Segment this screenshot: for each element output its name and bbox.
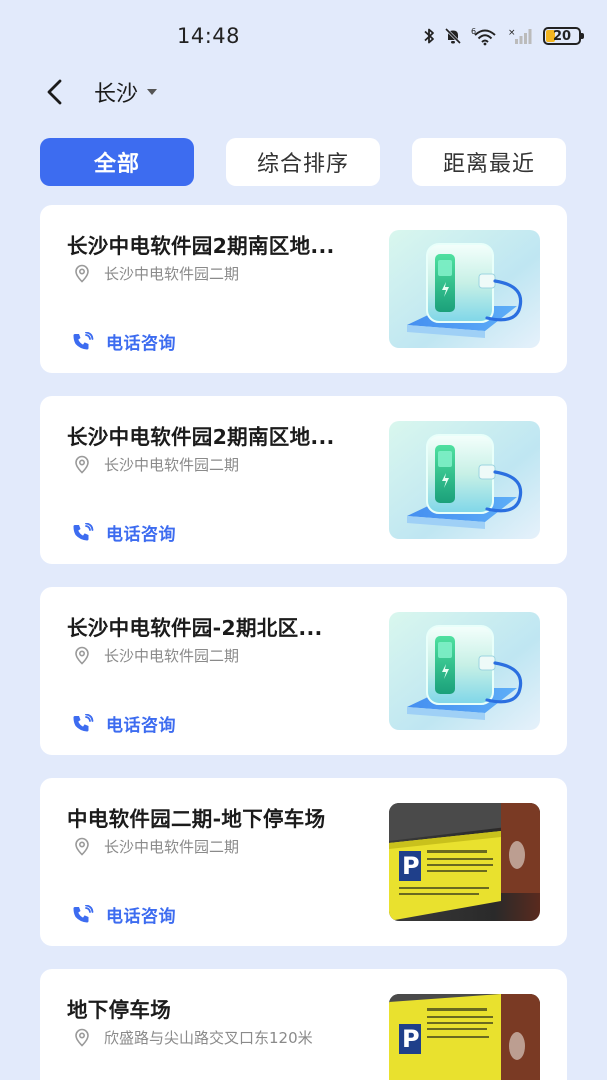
- bluetooth-icon: [424, 28, 434, 44]
- status-icons: 6 × 20: [423, 26, 584, 46]
- tab-sort-comprehensive[interactable]: 综合排序: [226, 138, 380, 186]
- svg-text:P: P: [402, 1025, 420, 1053]
- caret-down-icon: [147, 89, 158, 95]
- back-button[interactable]: [40, 76, 70, 108]
- status-bar: 14:48 6 × 20: [0, 0, 607, 72]
- phone-consult-button[interactable]: 电话咨询: [72, 711, 176, 736]
- mute-bell-icon: [444, 27, 462, 45]
- ev-charger-illustration: [389, 230, 540, 348]
- filter-tabs: 全部 综合排序 距离最近: [40, 138, 567, 186]
- station-address: 长沙中电软件园二期: [74, 454, 239, 475]
- station-address: 长沙中电软件园二期: [74, 263, 239, 284]
- phone-consult-button[interactable]: 电话咨询: [72, 520, 176, 545]
- phone-consult-label: 电话咨询: [106, 334, 176, 354]
- city-selector[interactable]: 长沙: [94, 76, 158, 108]
- ev-charger-illustration: [389, 612, 540, 730]
- location-pin-icon: [75, 455, 89, 474]
- phone-consult-label: 电话咨询: [106, 907, 176, 927]
- station-card[interactable]: 长沙中电软件园-2期北区... 长沙中电软件园二期 电话咨询: [40, 587, 567, 755]
- location-pin-icon: [75, 646, 89, 665]
- station-card[interactable]: 地下停车场 欣盛路与尖山路交叉口东120米 P: [40, 969, 567, 1080]
- station-title: 中电软件园二期-地下停车场: [67, 807, 326, 831]
- cellular-signal-icon: ×: [508, 28, 532, 44]
- station-title: 长沙中电软件园-2期北区...: [67, 616, 323, 640]
- chevron-left-icon: [47, 79, 62, 105]
- station-address-text: 长沙中电软件园二期: [104, 265, 240, 283]
- phone-consult-button[interactable]: 电话咨询: [72, 902, 176, 927]
- location-pin-icon: [75, 1028, 89, 1047]
- svg-text:P: P: [402, 852, 420, 880]
- station-address: 欣盛路与尖山路交叉口东120米: [74, 1027, 313, 1048]
- station-card[interactable]: 长沙中电软件园2期南区地... 长沙中电软件园二期 电话咨询: [40, 396, 567, 564]
- station-address-text: 长沙中电软件园二期: [104, 647, 240, 665]
- phone-icon: [73, 713, 94, 731]
- station-card[interactable]: 中电软件园二期-地下停车场 长沙中电软件园二期 电话咨询 P: [40, 778, 567, 946]
- station-title: 地下停车场: [67, 998, 171, 1022]
- station-card[interactable]: 长沙中电软件园2期南区地... 长沙中电软件园二期 电话咨询: [40, 205, 567, 373]
- station-address-text: 长沙中电软件园二期: [104, 838, 240, 856]
- parking-sign-photo: P: [389, 994, 540, 1080]
- battery-level: 20: [552, 28, 572, 44]
- station-address-text: 欣盛路与尖山路交叉口东120米: [104, 1029, 313, 1047]
- phone-icon: [73, 904, 94, 922]
- station-image: [389, 230, 540, 348]
- phone-icon: [73, 331, 94, 349]
- station-address-text: 长沙中电软件园二期: [104, 456, 240, 474]
- station-image: P: [389, 994, 540, 1080]
- phone-consult-button[interactable]: 电话咨询: [72, 329, 176, 354]
- status-time: 14:48: [177, 24, 241, 48]
- station-title: 长沙中电软件园2期南区地...: [67, 425, 335, 449]
- location-pin-icon: [75, 264, 89, 283]
- parking-sign-photo: P: [389, 803, 540, 921]
- wifi-6-icon: 6: [471, 27, 496, 46]
- phone-icon: [73, 522, 94, 540]
- location-pin-icon: [75, 837, 89, 856]
- phone-consult-label: 电话咨询: [106, 525, 176, 545]
- svg-text:×: ×: [508, 28, 516, 38]
- tab-all[interactable]: 全部: [40, 138, 194, 186]
- station-address: 长沙中电软件园二期: [74, 836, 239, 857]
- station-title: 长沙中电软件园2期南区地...: [67, 234, 335, 258]
- ev-charger-illustration: [389, 421, 540, 539]
- city-label: 长沙: [94, 82, 139, 107]
- station-image: [389, 421, 540, 539]
- station-image: [389, 612, 540, 730]
- phone-consult-label: 电话咨询: [106, 716, 176, 736]
- battery-icon: 20: [543, 27, 584, 45]
- station-image: P: [389, 803, 540, 921]
- station-address: 长沙中电软件园二期: [74, 645, 239, 666]
- tab-sort-distance[interactable]: 距离最近: [412, 138, 566, 186]
- header: 长沙: [0, 72, 607, 112]
